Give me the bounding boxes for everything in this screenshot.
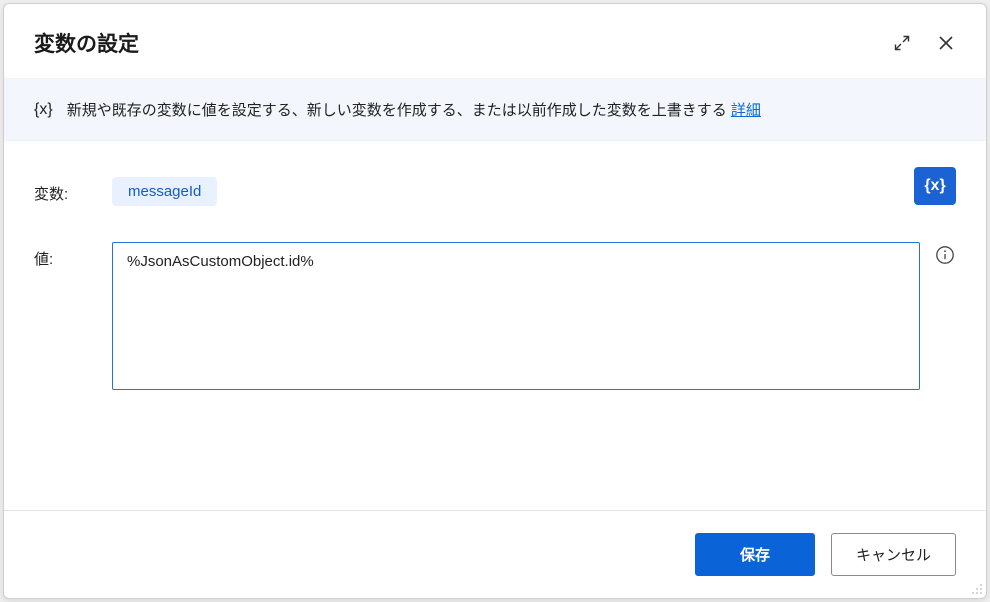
set-variable-dialog: 変数の設定 {x} 新規や既存の変数に値を設定する、新しい変数を作成する、または… bbox=[3, 3, 987, 599]
value-label: 値: bbox=[34, 242, 112, 269]
variable-label: 変数: bbox=[34, 177, 112, 204]
save-button[interactable]: 保存 bbox=[695, 533, 815, 576]
expand-icon[interactable] bbox=[892, 33, 912, 53]
variable-braces-icon: {x} bbox=[34, 101, 53, 119]
dialog-footer: 保存 キャンセル bbox=[4, 510, 986, 598]
info-icon[interactable] bbox=[934, 244, 956, 266]
info-description: 新規や既存の変数に値を設定する、新しい変数を作成する、または以前作成した変数を上… bbox=[67, 102, 731, 119]
value-row: 値: bbox=[34, 242, 956, 390]
cancel-button[interactable]: キャンセル bbox=[831, 533, 956, 576]
dialog-body: {x} 変数: messageId 値: bbox=[4, 141, 986, 510]
details-link[interactable]: 詳細 bbox=[731, 102, 761, 119]
close-icon[interactable] bbox=[936, 33, 956, 53]
resize-grip-icon[interactable] bbox=[970, 582, 984, 596]
info-text: 新規や既存の変数に値を設定する、新しい変数を作成する、または以前作成した変数を上… bbox=[67, 99, 761, 120]
insert-variable-button[interactable]: {x} bbox=[914, 167, 956, 205]
variable-chip[interactable]: messageId bbox=[112, 177, 217, 206]
header-icon-group bbox=[892, 33, 956, 53]
value-input[interactable] bbox=[112, 242, 920, 390]
dialog-title: 変数の設定 bbox=[34, 28, 139, 58]
dialog-header: 変数の設定 bbox=[4, 4, 986, 78]
variable-row: 変数: messageId bbox=[34, 177, 956, 206]
info-bar: {x} 新規や既存の変数に値を設定する、新しい変数を作成する、または以前作成した… bbox=[4, 78, 986, 141]
